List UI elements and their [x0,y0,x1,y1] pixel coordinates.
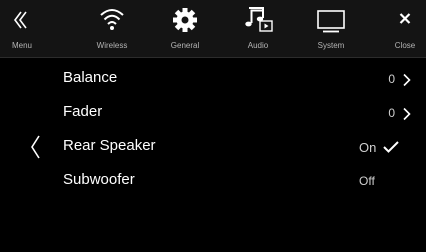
setting-label: Fader [63,103,103,120]
tab-audio[interactable]: Audio [236,0,280,57]
setting-row-balance[interactable]: Balance 0 [0,63,426,97]
header-divider [0,57,426,58]
tab-general[interactable]: General [163,0,207,57]
tab-label: System [317,41,345,50]
monitor-icon [317,10,345,33]
setting-row-rear-speaker[interactable]: Rear Speaker On [0,131,426,165]
chevron-right-icon [403,73,411,87]
tab-label: Audio [247,41,269,50]
tab-label: Wireless [96,41,128,50]
menu-double-chevron-icon [14,11,27,29]
setting-value: 0 [388,72,395,86]
tab-menu[interactable]: Menu [2,0,42,57]
tab-label: Menu [11,41,32,50]
setting-row-fader[interactable]: Fader 0 [0,97,426,131]
gear-icon [173,8,197,32]
checkmark-icon [383,141,399,153]
setting-value: 0 [388,106,395,120]
close-button[interactable]: Close [387,0,423,57]
setting-value: On [359,140,377,155]
setting-row-subwoofer[interactable]: Subwoofer Off [0,165,426,199]
setting-value: Off [359,174,375,188]
close-icon [399,13,411,24]
tab-label: Close [394,41,416,50]
music-note-icon [245,7,273,32]
setting-label: Rear Speaker [63,137,156,154]
tab-wireless[interactable]: Wireless [90,0,134,57]
wifi-icon [100,9,124,30]
setting-label: Balance [63,69,118,86]
chevron-right-icon [403,107,411,121]
top-nav-bar: Menu Wireless General Audio System Close [0,0,426,57]
tab-label: General [170,41,200,50]
tab-system[interactable]: System [309,0,353,57]
setting-label: Subwoofer [63,171,135,188]
